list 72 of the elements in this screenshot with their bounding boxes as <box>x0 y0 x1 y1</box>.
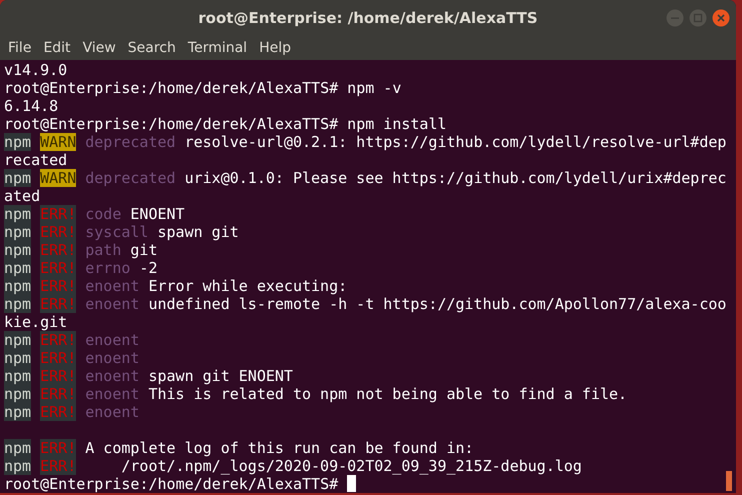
output-text: v14.9.0 <box>4 61 68 79</box>
error-label: ERR! <box>40 223 76 241</box>
output-text: git <box>130 241 158 259</box>
log-key: code <box>85 205 122 223</box>
log-key: enoent <box>85 331 140 349</box>
error-label: ERR! <box>40 349 76 367</box>
error-label: ERR! <box>40 331 76 349</box>
log-key: enoent <box>85 277 140 295</box>
npm-label: npm <box>4 457 32 475</box>
menu-item[interactable]: Help <box>259 40 291 56</box>
warn-label: WARN <box>40 133 76 151</box>
npm-label: npm <box>4 205 32 223</box>
log-key: path <box>85 241 122 259</box>
error-label: ERR! <box>40 259 76 277</box>
menu-item[interactable]: Search <box>128 40 176 56</box>
error-label: ERR! <box>40 385 76 403</box>
output-text: A complete log of this run can be found in: <box>85 439 474 457</box>
npm-label: npm <box>4 385 32 403</box>
npm-label: npm <box>4 223 32 241</box>
window-title: root@Enterprise: /home/derek/AlexaTTS <box>198 9 538 27</box>
text-cursor <box>347 475 356 492</box>
error-label: ERR! <box>40 277 76 295</box>
output-text: ENOENT <box>130 205 185 223</box>
output-text: recated <box>4 151 68 169</box>
output-text: 6.14.8 <box>4 97 58 115</box>
output-text: root@Enterprise:/home/derek/AlexaTTS# <box>4 475 338 493</box>
error-label: ERR! <box>40 403 76 421</box>
output-text: resolve-url@0.2.1: https://github.com/lydell/resolve-url#dep <box>184 133 726 151</box>
log-key: enoent <box>85 403 140 421</box>
output-text: /root/.npm/_logs/2020-09-02T02_09_39_215Z-debug.log <box>120 457 582 475</box>
npm-label: npm <box>4 403 32 421</box>
menu-item[interactable]: Edit <box>43 40 71 56</box>
npm-label: npm <box>4 169 32 187</box>
output-text: spawn git ENOENT <box>148 367 293 385</box>
npm-label: npm <box>4 277 32 295</box>
log-key: syscall <box>85 223 148 241</box>
output-text: urix@0.1.0: Please see https://github.com/lydell/urix#deprec <box>184 169 726 187</box>
error-label: ERR! <box>40 457 76 475</box>
error-label: ERR! <box>40 367 76 385</box>
npm-label: npm <box>4 241 32 259</box>
log-key: errno <box>85 259 130 277</box>
npm-label: npm <box>4 133 32 151</box>
output-text: Error while executing: <box>148 277 348 295</box>
log-key: enoent <box>85 385 140 403</box>
npm-label: npm <box>4 349 32 367</box>
warn-label: WARN <box>40 169 76 187</box>
error-label: ERR! <box>40 295 76 313</box>
output-text: ated <box>4 187 40 205</box>
error-label: ERR! <box>40 205 76 223</box>
log-key: deprecated <box>85 169 176 187</box>
menu-item[interactable]: Terminal <box>188 40 248 56</box>
output-text: undefined ls-remote -h -t https://github.com/Apollon77/alexa-coo <box>148 295 726 313</box>
npm-label: npm <box>4 295 32 313</box>
menu-item[interactable]: View <box>82 40 116 56</box>
npm-label: npm <box>4 439 32 457</box>
npm-label: npm <box>4 259 32 277</box>
npm-label: npm <box>4 367 32 385</box>
output-text: root@Enterprise:/home/derek/AlexaTTS# npm -v <box>4 79 402 97</box>
log-key: enoent <box>85 295 140 313</box>
close-icon[interactable] <box>712 9 730 27</box>
log-key: enoent <box>85 367 140 385</box>
output-text: kie.git <box>4 313 68 331</box>
output-text: spawn git <box>157 223 239 241</box>
output-text: -2 <box>139 259 158 277</box>
error-label: ERR! <box>40 439 76 457</box>
log-key: enoent <box>85 349 140 367</box>
error-label: ERR! <box>40 241 76 259</box>
npm-label: npm <box>4 331 32 349</box>
menu-item[interactable]: File <box>8 40 32 56</box>
log-key: deprecated <box>85 133 176 151</box>
output-text: root@Enterprise:/home/derek/AlexaTTS# npm install <box>4 115 447 133</box>
output-text: This is related to npm not being able to find a file. <box>148 385 628 403</box>
